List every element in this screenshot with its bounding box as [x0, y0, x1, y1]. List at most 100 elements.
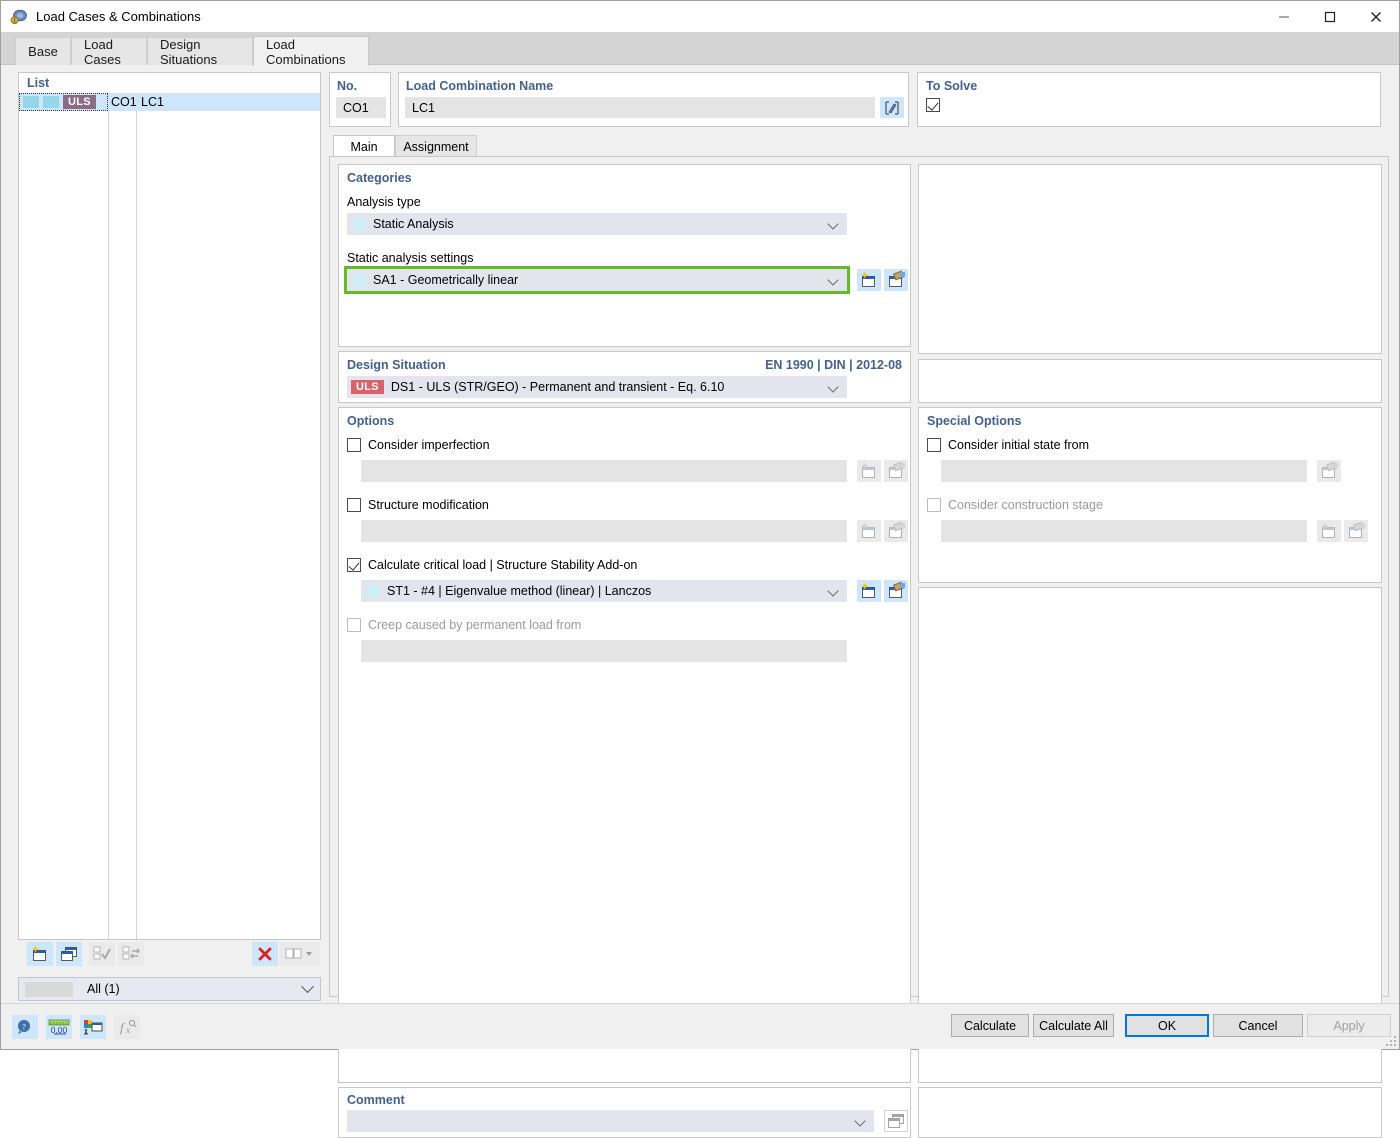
- edit-static-settings-button[interactable]: [884, 269, 908, 291]
- color-swatch-icon: [23, 96, 39, 108]
- analysis-type-combo[interactable]: Static Analysis: [347, 213, 847, 235]
- new-item-button[interactable]: ✦: [27, 942, 53, 966]
- tab-main[interactable]: Main: [333, 135, 395, 157]
- button-label: OK: [1158, 1019, 1176, 1033]
- main-tab-pane: Categories Analysis type Static Analysis…: [329, 156, 1389, 997]
- comment-library-button[interactable]: [884, 1110, 908, 1132]
- categories-panel: Categories Analysis type Static Analysis…: [338, 164, 911, 347]
- comment-library-icon: [887, 1113, 905, 1129]
- new-construction-stage-button: ✦: [1317, 520, 1341, 542]
- tab-assignment[interactable]: Assignment: [395, 135, 477, 157]
- design-situation-value: DS1 - ULS (STR/GEO) - Permanent and tran…: [391, 380, 724, 394]
- button-label: Calculate All: [1039, 1019, 1108, 1033]
- new-static-settings-button[interactable]: ✦: [857, 269, 881, 291]
- comment-panel: Comment: [338, 1087, 911, 1138]
- design-situation-standard: EN 1990 | DIN | 2012-08: [765, 358, 902, 372]
- settings-button[interactable]: [80, 1015, 106, 1039]
- button-label: Apply: [1333, 1019, 1364, 1033]
- consider-initial-state-label: Consider initial state from: [948, 438, 1089, 452]
- help-button[interactable]: ?: [12, 1015, 38, 1039]
- table-row[interactable]: ULS CO1 LC1: [19, 93, 320, 111]
- consider-imperfection-checkbox[interactable]: [347, 438, 361, 452]
- consider-initial-state-row[interactable]: Consider initial state from: [927, 438, 1089, 452]
- list-filter-combo[interactable]: All (1): [18, 977, 321, 1001]
- number-label: No.: [337, 79, 357, 93]
- stability-settings-combo[interactable]: ST1 - #4 | Eigenvalue method (linear) | …: [361, 580, 847, 602]
- tab-load-combinations[interactable]: Load Combinations: [253, 36, 369, 66]
- tab-label: Design Situations: [160, 37, 240, 67]
- cancel-button[interactable]: Cancel: [1213, 1014, 1303, 1037]
- button-label: Calculate: [964, 1019, 1016, 1033]
- dialog-content: List ULS CO1 LC1 ✦: [1, 65, 1399, 1003]
- calculate-critical-load-checkbox[interactable]: [347, 558, 361, 572]
- static-settings-value: SA1 - Geometrically linear: [373, 273, 518, 287]
- svg-text:0,00: 0,00: [51, 1025, 68, 1035]
- edit-name-button[interactable]: [880, 97, 904, 118]
- view-layout-button[interactable]: [280, 942, 320, 966]
- structure-modification-label: Structure modification: [368, 498, 489, 512]
- to-solve-checkbox[interactable]: [926, 98, 940, 112]
- new-imperfection-icon: ✦: [860, 463, 878, 479]
- button-label: Cancel: [1239, 1019, 1278, 1033]
- tab-base[interactable]: Base: [15, 37, 71, 65]
- list-grid[interactable]: ULS CO1 LC1: [19, 93, 320, 939]
- name-input[interactable]: LC1: [405, 97, 875, 118]
- list-header-label: List: [19, 73, 320, 93]
- initial-state-field: [941, 460, 1307, 482]
- maximize-button[interactable]: [1307, 1, 1353, 32]
- formula-button: f x: [114, 1015, 140, 1039]
- edit-stability-button[interactable]: [884, 580, 908, 602]
- status-badge: ULS: [63, 95, 96, 109]
- number-value: CO1: [336, 97, 386, 118]
- close-button[interactable]: [1353, 1, 1399, 32]
- edit-construction-stage-button: [1344, 520, 1368, 542]
- color-swatch-icon: [43, 96, 59, 108]
- preview-panel-top: [918, 164, 1382, 354]
- tab-design-situations[interactable]: Design Situations: [147, 37, 253, 65]
- structure-modification-checkbox[interactable]: [347, 498, 361, 512]
- bottom-bar: ? 0,00 f x: [1, 1003, 1399, 1049]
- static-settings-label: Static analysis settings: [347, 251, 473, 265]
- special-options-panel: Special Options Consider initial state f…: [918, 407, 1382, 583]
- structure-modification-row[interactable]: Structure modification: [347, 498, 489, 512]
- units-button[interactable]: 0,00: [46, 1015, 72, 1039]
- minimize-button[interactable]: [1261, 1, 1307, 32]
- copy-item-icon: [60, 946, 78, 962]
- window-title: Load Cases & Combinations: [36, 9, 201, 24]
- select-all-button[interactable]: [89, 942, 115, 966]
- edit-settings-icon: [887, 272, 905, 288]
- invert-selection-button[interactable]: [118, 942, 144, 966]
- new-modification-icon: ✦: [860, 523, 878, 539]
- design-situation-combo[interactable]: ULS DS1 - ULS (STR/GEO) - Permanent and …: [347, 376, 847, 398]
- resize-grip[interactable]: [1386, 1036, 1396, 1046]
- to-solve-label: To Solve: [926, 79, 977, 93]
- delete-item-button[interactable]: [252, 942, 278, 966]
- list-toolbar: ✦: [18, 942, 321, 970]
- copy-item-button[interactable]: [56, 942, 82, 966]
- calculate-button[interactable]: Calculate: [951, 1014, 1029, 1037]
- inner-tab-strip: Main Assignment: [329, 135, 1389, 157]
- consider-imperfection-row[interactable]: Consider imperfection: [347, 438, 490, 452]
- design-situation-title: Design Situation: [347, 358, 446, 372]
- formula-icon: f x: [117, 1019, 137, 1035]
- consider-initial-state-checkbox[interactable]: [927, 438, 941, 452]
- ok-button[interactable]: OK: [1125, 1014, 1209, 1037]
- comment-combo[interactable]: [347, 1110, 874, 1132]
- row-indicator-cell[interactable]: ULS: [19, 93, 108, 111]
- list-panel: List ULS CO1 LC1: [18, 72, 321, 940]
- consider-construction-stage-checkbox: [927, 498, 941, 512]
- tab-load-cases[interactable]: Load Cases: [71, 37, 147, 65]
- edit-construction-stage-icon: [1347, 523, 1365, 539]
- new-stability-icon: ✦: [860, 583, 878, 599]
- edit-initial-state-button: [1317, 460, 1341, 482]
- preview-panel-comment: [918, 1087, 1382, 1138]
- static-settings-combo[interactable]: SA1 - Geometrically linear: [347, 269, 847, 291]
- edit-modification-button: [884, 520, 908, 542]
- edit-initial-state-icon: [1320, 463, 1338, 479]
- special-options-title: Special Options: [927, 414, 1021, 428]
- new-stability-button[interactable]: ✦: [857, 580, 881, 602]
- tab-label: Main: [350, 140, 377, 154]
- calculate-all-button[interactable]: Calculate All: [1033, 1014, 1114, 1037]
- calculate-critical-load-row[interactable]: Calculate critical load | Structure Stab…: [347, 558, 637, 572]
- settings-icon: [83, 1019, 103, 1035]
